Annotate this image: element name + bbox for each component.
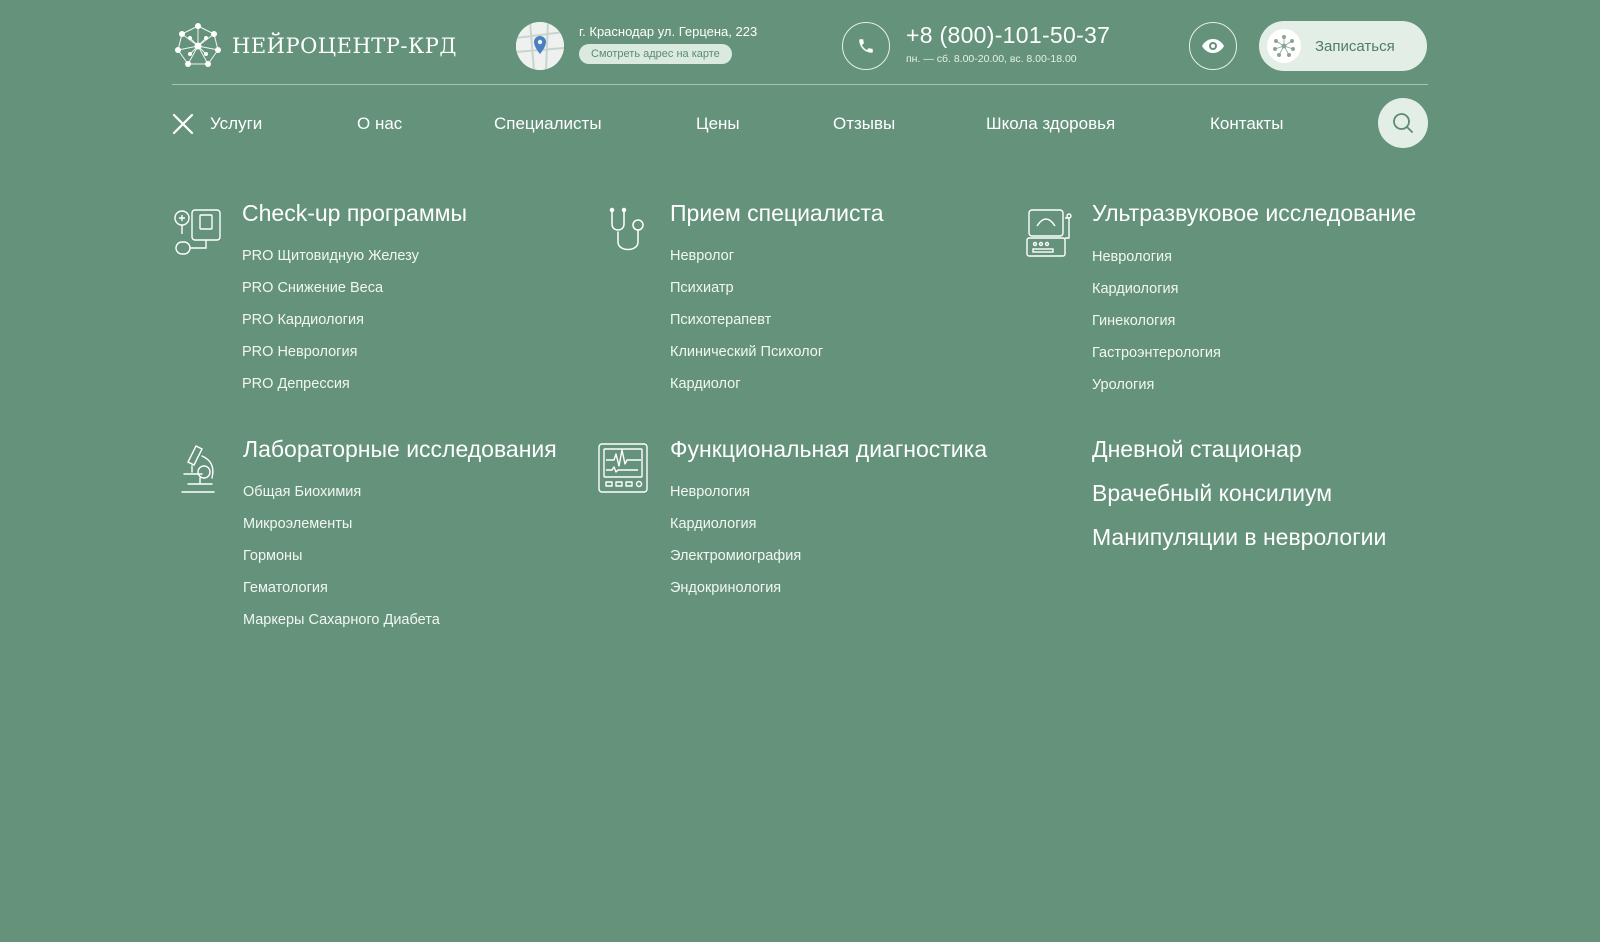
nav-item-about[interactable]: О нас [357,114,402,134]
menu-link[interactable]: Общая Биохимия [243,482,440,514]
phone-button[interactable] [842,22,890,70]
day-hospital-link[interactable]: Дневной стационар [1092,436,1302,463]
logo-mini-icon [1267,29,1301,63]
stethoscope-icon [609,207,644,251]
close-icon[interactable] [172,113,194,135]
functional-links: Неврология Кардиология Электромиография … [670,482,801,610]
neuro-manipulations-link[interactable]: Манипуляции в неврологии [1092,524,1386,551]
working-hours: пн. — сб. 8.00-20.00, вс. 8.00-18.00 [906,53,1077,65]
section-title[interactable]: Лабораторные исследования [243,436,557,463]
nav-item-prices[interactable]: Цены [696,114,740,134]
menu-link[interactable]: Маркеры Сахарного Диабета [243,610,440,642]
section-title[interactable]: Check-up программы [242,200,467,227]
nav-item-health-school[interactable]: Школа здоровья [986,114,1115,134]
accessibility-button[interactable] [1189,22,1237,70]
site-header: НЕЙРОЦЕНТР-КРД г. Краснодар ул. Герцена,… [172,0,1428,85]
view-map-button[interactable]: Смотреть адрес на карте [579,44,732,64]
menu-link[interactable]: PRO Щитовидную Железу [242,246,419,278]
nav-item-contacts[interactable]: Контакты [1210,114,1283,134]
signup-label: Записаться [1315,37,1395,55]
checkup-device-icon [174,209,221,255]
menu-link[interactable]: Гормоны [243,546,440,578]
menu-link[interactable]: PRO Депрессия [242,374,419,406]
checkup-links: PRO Щитовидную Железу PRO Снижение Веса … [242,246,419,406]
consilium-link[interactable]: Врачебный консилиум [1092,480,1332,507]
menu-link[interactable]: Клинический Психолог [670,342,823,374]
eye-icon [1202,39,1224,53]
search-icon [1393,113,1413,133]
section-title[interactable]: Ультразвуковое исследование [1092,200,1416,227]
map-pin-icon [516,22,564,70]
search-button[interactable] [1378,98,1428,148]
menu-link[interactable]: Кардиолог [670,374,823,406]
section-title[interactable]: Прием специалиста [670,200,884,227]
menu-link[interactable]: Психиатр [670,278,823,310]
menu-link[interactable]: Гастроэнтерология [1092,343,1221,375]
ultrasound-machine-icon [1026,209,1072,257]
menu-link[interactable]: Невролог [670,246,823,278]
nav-item-specialists[interactable]: Специалисты [494,114,602,134]
ecg-monitor-icon [598,443,648,493]
ultrasound-links: Неврология Кардиология Гинекология Гастр… [1092,247,1221,407]
menu-link[interactable]: Гинекология [1092,311,1221,343]
nav-item-reviews[interactable]: Отзывы [833,114,895,134]
specialist-links: Невролог Психиатр Психотерапевт Клиничес… [670,246,823,406]
menu-link[interactable]: PRO Кардиология [242,310,419,342]
signup-button[interactable]: Записаться [1259,21,1427,71]
menu-link[interactable]: Электромиография [670,546,801,578]
menu-link[interactable]: Микроэлементы [243,514,440,546]
main-nav: Услуги О нас Специалисты Цены Отзывы Шко… [172,98,1428,150]
menu-link[interactable]: PRO Снижение Веса [242,278,419,310]
address-block: г. Краснодар ул. Герцена, 223 Смотреть а… [579,24,757,64]
menu-link[interactable]: Психотерапевт [670,310,823,342]
section-title[interactable]: Функциональная диагностика [670,436,987,463]
menu-link[interactable]: PRO Неврология [242,342,419,374]
logo-icon [175,23,221,67]
lab-links: Общая Биохимия Микроэлементы Гормоны Гем… [243,482,440,642]
menu-link[interactable]: Кардиология [1092,279,1221,311]
logo-text: НЕЙРОЦЕНТР-КРД [232,34,457,58]
menu-link[interactable]: Неврология [1092,247,1221,279]
nav-item-services[interactable]: Услуги [210,114,262,134]
logo[interactable]: НЕЙРОЦЕНТР-КРД [172,20,457,72]
menu-link[interactable]: Кардиология [670,514,801,546]
phone-icon [859,39,873,53]
address-text: г. Краснодар ул. Герцена, 223 [579,24,758,39]
menu-link[interactable]: Гематология [243,578,440,610]
menu-link[interactable]: Эндокринология [670,578,801,610]
menu-link[interactable]: Неврология [670,482,801,514]
menu-link[interactable]: Урология [1092,375,1221,407]
microscope-icon [181,445,215,493]
map-thumbnail[interactable] [516,22,564,70]
phone-number[interactable]: +8 (800)-101-50-37 [906,22,1110,49]
